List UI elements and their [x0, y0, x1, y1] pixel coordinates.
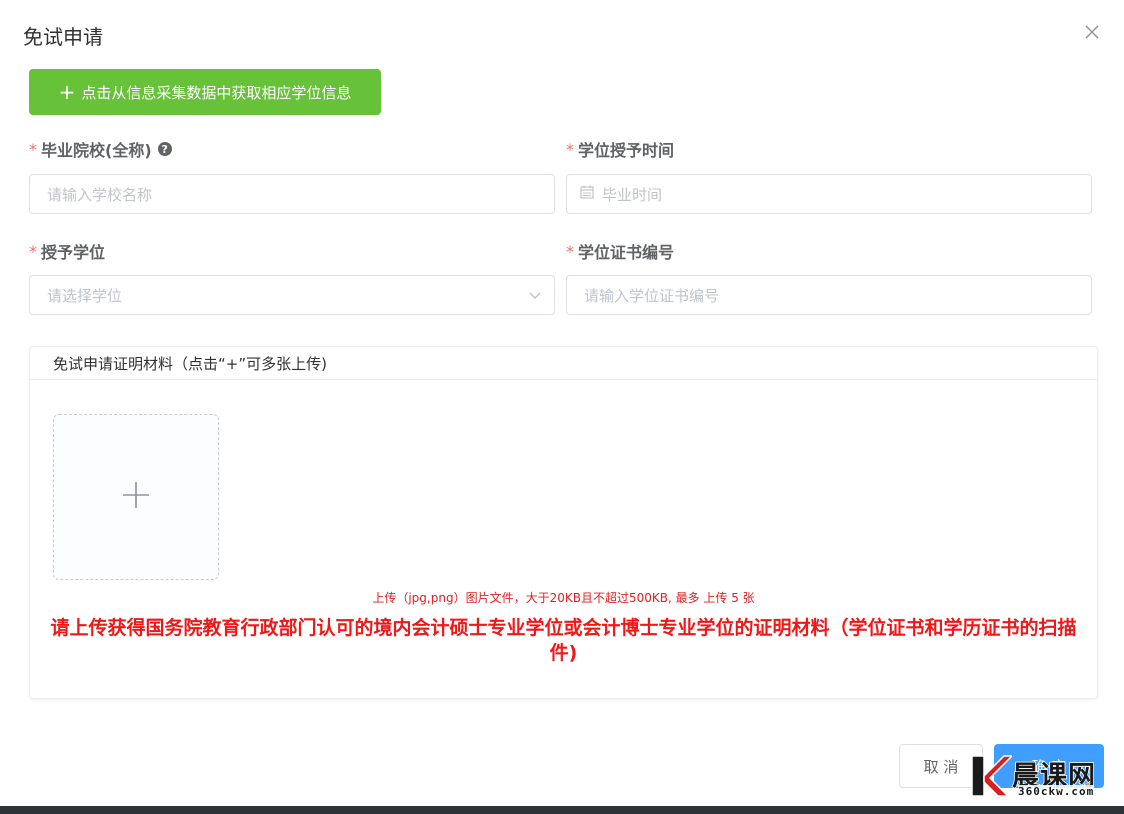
school-input-placeholder: 请输入学校名称	[47, 185, 153, 204]
fetch-button-label: 点击从信息采集数据中获取相应学位信息	[81, 83, 352, 102]
calendar-icon	[580, 185, 594, 203]
required-mark: *	[29, 139, 37, 159]
help-icon[interactable]: ?	[157, 142, 172, 156]
certificate-no-label-text: 学位证书编号	[578, 243, 675, 262]
award-time-placeholder: 毕业时间	[602, 185, 663, 204]
upload-hint: 上传（jpg,png）图片文件，大于20KB且不超过500KB, 最多 上传 5…	[372, 591, 755, 605]
application-dialog: 免试申请 + 点击从信息采集数据中获取相应学位信息 * 毕业院校(全称) ? 请…	[0, 0, 1124, 806]
upload-materials-card: 免试申请证明材料（点击“+”可多张上传) 上传（jpg,png）图片文件，大于2…	[29, 346, 1098, 699]
dialog-title: 免试申请	[23, 25, 103, 49]
upload-card-header: 免试申请证明材料（点击“+”可多张上传)	[30, 347, 1097, 380]
school-label-text: 毕业院校(全称)	[41, 141, 152, 160]
certificate-no-input[interactable]: 请输入学位证书编号	[566, 275, 1092, 315]
site-watermark: 晨课网 360ckw.com	[968, 754, 1118, 800]
page-bottom-strip	[0, 806, 1124, 814]
upload-notice: 请上传获得国务院教育行政部门认可的境内会计硕士专业学位或会计博士专业学位的证明材…	[50, 617, 1077, 664]
degree-select[interactable]: 请选择学位	[29, 275, 555, 315]
required-mark: *	[566, 139, 574, 159]
certificate-no-label: * 学位证书编号	[566, 239, 674, 263]
required-mark: *	[566, 241, 574, 261]
plus-icon	[121, 480, 151, 514]
chevron-down-icon	[528, 288, 542, 306]
award-time-label-text: 学位授予时间	[578, 141, 675, 160]
watermark-url: 360ckw.com	[1018, 785, 1095, 798]
required-mark: *	[29, 241, 37, 261]
image-upload-trigger[interactable]	[53, 414, 219, 580]
school-input[interactable]: 请输入学校名称	[29, 174, 555, 214]
award-time-date-picker[interactable]: 毕业时间	[566, 174, 1092, 214]
certificate-no-placeholder: 请输入学位证书编号	[584, 286, 720, 305]
fetch-degree-info-button[interactable]: + 点击从信息采集数据中获取相应学位信息	[29, 69, 381, 115]
degree-select-placeholder: 请选择学位	[47, 286, 123, 305]
plus-icon: +	[58, 80, 76, 104]
school-label: * 毕业院校(全称) ?	[29, 137, 172, 161]
degree-label: * 授予学位	[29, 239, 105, 263]
watermark-logo-icon	[968, 754, 1014, 802]
award-time-label: * 学位授予时间	[566, 137, 674, 161]
degree-label-text: 授予学位	[41, 243, 106, 262]
close-icon[interactable]	[1082, 22, 1102, 42]
